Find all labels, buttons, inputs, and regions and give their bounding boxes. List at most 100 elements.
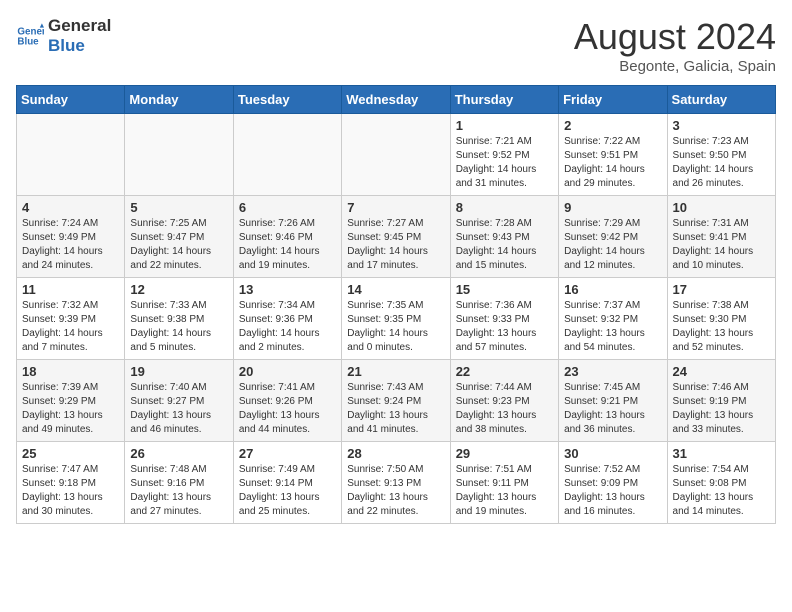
day-info: Sunrise: 7:29 AM Sunset: 9:42 PM Dayligh… [564, 217, 661, 273]
week-row-3: 11 Sunrise: 7:32 AM Sunset: 9:39 PM Dayli… [17, 278, 776, 360]
day-info: Sunrise: 7:28 AM Sunset: 9:43 PM Dayligh… [456, 217, 553, 273]
location: Begonte, Galicia, Spain [574, 58, 776, 75]
col-header-saturday: Saturday [667, 86, 775, 114]
week-row-1: 1Sunrise: 7:21 AM Sunset: 9:52 PM Daylig… [17, 114, 776, 196]
col-header-friday: Friday [559, 86, 667, 114]
day-number: 25 [22, 446, 119, 461]
day-cell [125, 114, 233, 196]
day-number: 9 [564, 200, 661, 215]
day-number: 3 [673, 118, 770, 133]
day-cell: 25 Sunrise: 7:47 AM Sunset: 9:18 PM Dayli… [17, 442, 125, 524]
day-info: Sunrise: 7:46 AM Sunset: 9:19 PM Dayligh… [673, 381, 770, 437]
calendar-table: SundayMondayTuesdayWednesdayThursdayFrid… [16, 85, 776, 524]
svg-text:Blue: Blue [17, 37, 39, 48]
day-info: Sunrise: 7:47 AM Sunset: 9:18 PM Dayligh… [22, 463, 119, 519]
col-header-wednesday: Wednesday [342, 86, 450, 114]
day-info: Sunrise: 7:52 AM Sunset: 9:09 PM Dayligh… [564, 463, 661, 519]
day-cell: 23 Sunrise: 7:45 AM Sunset: 9:21 PM Dayli… [559, 360, 667, 442]
day-info: Sunrise: 7:37 AM Sunset: 9:32 PM Dayligh… [564, 299, 661, 355]
day-info: Sunrise: 7:41 AM Sunset: 9:26 PM Dayligh… [239, 381, 336, 437]
day-info: Sunrise: 7:39 AM Sunset: 9:29 PM Dayligh… [22, 381, 119, 437]
day-cell: 1Sunrise: 7:21 AM Sunset: 9:52 PM Daylig… [450, 114, 558, 196]
day-number: 30 [564, 446, 661, 461]
day-info: Sunrise: 7:27 AM Sunset: 9:45 PM Dayligh… [347, 217, 444, 273]
day-cell: 13Sunrise: 7:34 AM Sunset: 9:36 PM Dayli… [233, 278, 341, 360]
day-number: 11 [22, 282, 119, 297]
day-info: Sunrise: 7:26 AM Sunset: 9:46 PM Dayligh… [239, 217, 336, 273]
day-cell: 6 Sunrise: 7:26 AM Sunset: 9:46 PM Daylig… [233, 196, 341, 278]
day-cell: 16 Sunrise: 7:37 AM Sunset: 9:32 PM Dayli… [559, 278, 667, 360]
day-cell: 5 Sunrise: 7:25 AM Sunset: 9:47 PM Daylig… [125, 196, 233, 278]
day-number: 6 [239, 200, 336, 215]
logo-line1: General [48, 16, 111, 36]
day-cell [17, 114, 125, 196]
day-info: Sunrise: 7:50 AM Sunset: 9:13 PM Dayligh… [347, 463, 444, 519]
day-cell: 29Sunrise: 7:51 AM Sunset: 9:11 PM Dayli… [450, 442, 558, 524]
day-info: Sunrise: 7:23 AM Sunset: 9:50 PM Dayligh… [673, 135, 770, 191]
col-header-thursday: Thursday [450, 86, 558, 114]
day-number: 12 [130, 282, 227, 297]
day-cell: 27 Sunrise: 7:49 AM Sunset: 9:14 PM Dayli… [233, 442, 341, 524]
day-info: Sunrise: 7:21 AM Sunset: 9:52 PM Dayligh… [456, 135, 553, 191]
day-info: Sunrise: 7:40 AM Sunset: 9:27 PM Dayligh… [130, 381, 227, 437]
day-info: Sunrise: 7:22 AM Sunset: 9:51 PM Dayligh… [564, 135, 661, 191]
day-cell: 12 Sunrise: 7:33 AM Sunset: 9:38 PM Dayli… [125, 278, 233, 360]
day-cell: 9 Sunrise: 7:29 AM Sunset: 9:42 PM Daylig… [559, 196, 667, 278]
day-info: Sunrise: 7:25 AM Sunset: 9:47 PM Dayligh… [130, 217, 227, 273]
day-number: 29 [456, 446, 553, 461]
day-number: 26 [130, 446, 227, 461]
day-cell: 17Sunrise: 7:38 AM Sunset: 9:30 PM Dayli… [667, 278, 775, 360]
day-number: 22 [456, 364, 553, 379]
day-info: Sunrise: 7:49 AM Sunset: 9:14 PM Dayligh… [239, 463, 336, 519]
day-cell: 4Sunrise: 7:24 AM Sunset: 9:49 PM Daylig… [17, 196, 125, 278]
col-header-monday: Monday [125, 86, 233, 114]
day-cell: 20Sunrise: 7:41 AM Sunset: 9:26 PM Dayli… [233, 360, 341, 442]
page-header: General Blue General Blue August 2024 Be… [16, 16, 776, 75]
day-number: 17 [673, 282, 770, 297]
day-number: 8 [456, 200, 553, 215]
day-cell: 21 Sunrise: 7:43 AM Sunset: 9:24 PM Dayli… [342, 360, 450, 442]
day-cell: 11 Sunrise: 7:32 AM Sunset: 9:39 PM Dayli… [17, 278, 125, 360]
day-cell: 10Sunrise: 7:31 AM Sunset: 9:41 PM Dayli… [667, 196, 775, 278]
day-cell: 8 Sunrise: 7:28 AM Sunset: 9:43 PM Daylig… [450, 196, 558, 278]
day-cell: 15Sunrise: 7:36 AM Sunset: 9:33 PM Dayli… [450, 278, 558, 360]
week-row-2: 4Sunrise: 7:24 AM Sunset: 9:49 PM Daylig… [17, 196, 776, 278]
day-number: 28 [347, 446, 444, 461]
logo: General Blue General Blue [16, 16, 111, 57]
day-cell: 14 Sunrise: 7:35 AM Sunset: 9:35 PM Dayli… [342, 278, 450, 360]
day-cell: 31Sunrise: 7:54 AM Sunset: 9:08 PM Dayli… [667, 442, 775, 524]
day-info: Sunrise: 7:33 AM Sunset: 9:38 PM Dayligh… [130, 299, 227, 355]
day-number: 16 [564, 282, 661, 297]
day-number: 2 [564, 118, 661, 133]
day-cell: 18 Sunrise: 7:39 AM Sunset: 9:29 PM Dayli… [17, 360, 125, 442]
day-number: 14 [347, 282, 444, 297]
day-number: 27 [239, 446, 336, 461]
day-cell: 30 Sunrise: 7:52 AM Sunset: 9:09 PM Dayli… [559, 442, 667, 524]
day-cell: 26Sunrise: 7:48 AM Sunset: 9:16 PM Dayli… [125, 442, 233, 524]
day-number: 23 [564, 364, 661, 379]
logo-icon: General Blue [16, 22, 44, 50]
day-info: Sunrise: 7:44 AM Sunset: 9:23 PM Dayligh… [456, 381, 553, 437]
day-number: 10 [673, 200, 770, 215]
day-info: Sunrise: 7:24 AM Sunset: 9:49 PM Dayligh… [22, 217, 119, 273]
day-number: 7 [347, 200, 444, 215]
week-row-5: 25 Sunrise: 7:47 AM Sunset: 9:18 PM Dayli… [17, 442, 776, 524]
day-number: 15 [456, 282, 553, 297]
day-number: 13 [239, 282, 336, 297]
title-block: August 2024 Begonte, Galicia, Spain [574, 16, 776, 75]
day-cell: 7 Sunrise: 7:27 AM Sunset: 9:45 PM Daylig… [342, 196, 450, 278]
col-header-sunday: Sunday [17, 86, 125, 114]
day-info: Sunrise: 7:45 AM Sunset: 9:21 PM Dayligh… [564, 381, 661, 437]
day-number: 18 [22, 364, 119, 379]
week-row-4: 18 Sunrise: 7:39 AM Sunset: 9:29 PM Dayli… [17, 360, 776, 442]
day-info: Sunrise: 7:32 AM Sunset: 9:39 PM Dayligh… [22, 299, 119, 355]
day-cell: 22 Sunrise: 7:44 AM Sunset: 9:23 PM Dayli… [450, 360, 558, 442]
day-number: 24 [673, 364, 770, 379]
day-cell: 24 Sunrise: 7:46 AM Sunset: 9:19 PM Dayli… [667, 360, 775, 442]
logo-line2: Blue [48, 36, 111, 56]
day-info: Sunrise: 7:35 AM Sunset: 9:35 PM Dayligh… [347, 299, 444, 355]
day-info: Sunrise: 7:43 AM Sunset: 9:24 PM Dayligh… [347, 381, 444, 437]
month-year: August 2024 [574, 16, 776, 58]
day-number: 21 [347, 364, 444, 379]
day-number: 5 [130, 200, 227, 215]
